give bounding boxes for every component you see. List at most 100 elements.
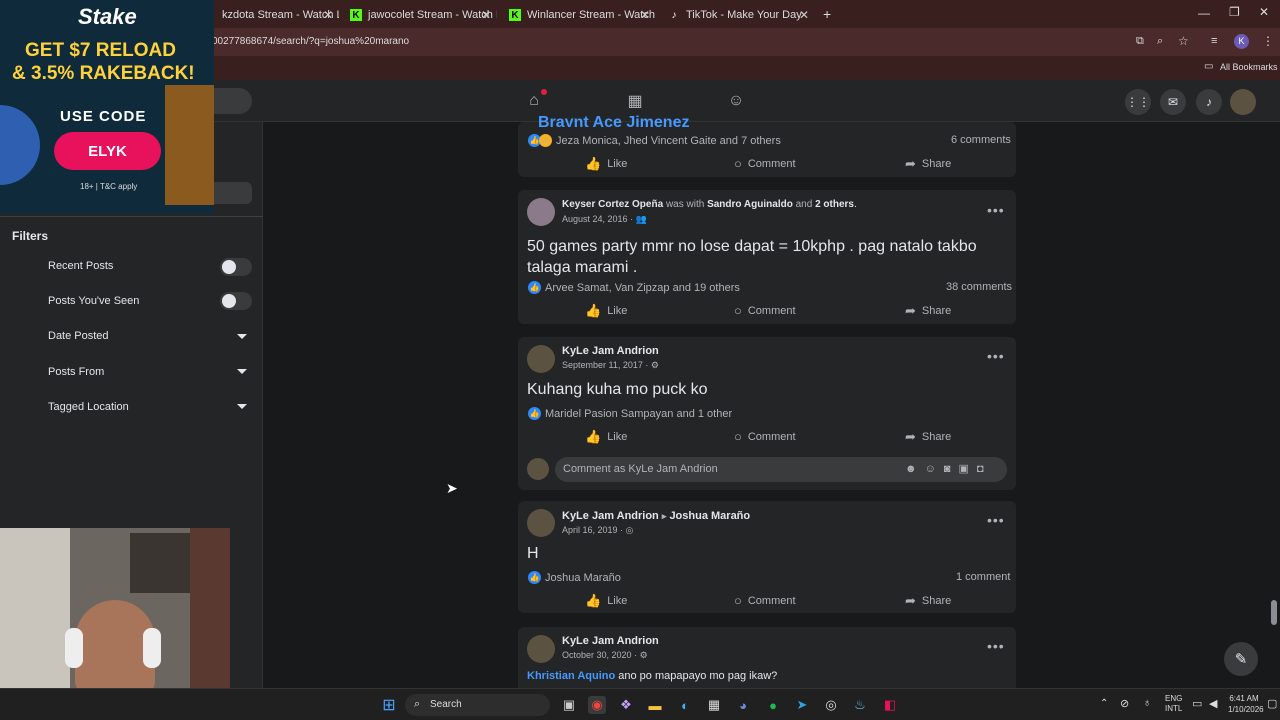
tagged-others[interactable]: 2 others [815,199,854,210]
author-avatar[interactable] [527,198,555,226]
steam-icon[interactable]: ♨ [851,696,869,714]
stake-ad[interactable]: Stake GET $7 RELOAD & 3.5% RAKEBACK! USE… [0,0,214,214]
url-field[interactable]: 00277868674/search/?q=joshua%20marano [212,36,409,47]
comment-count[interactable]: 6 comments [951,134,1011,146]
discord-icon[interactable]: ◕ [734,696,752,714]
task-view-icon[interactable]: ▣ [560,696,578,714]
filter-tagged-location[interactable]: Tagged Location [48,401,129,413]
browser-tab[interactable]: ♪ TikTok - Make Your Day ✕ [660,4,815,26]
close-tab-icon[interactable]: ✕ [799,8,809,22]
comment-button[interactable]: ○ Comment [734,303,796,318]
telegram-icon[interactable]: ➤ [793,696,811,714]
groups-icon[interactable]: ☺ [727,92,745,110]
chevron-down-icon[interactable] [237,404,247,409]
reactions-summary[interactable]: 👍 Maridel Pasion Sampayan and 1 other [528,407,732,420]
mention-link[interactable]: Khristian Aquino [527,670,615,682]
close-window-icon[interactable]: ✕ [1259,5,1269,19]
obs-icon[interactable]: ◎ [822,696,840,714]
author-avatar[interactable] [527,345,555,373]
more-options-icon[interactable]: ••• [987,512,1005,528]
copilot-icon[interactable]: ❖ [617,696,635,714]
cast-icon[interactable]: ⧉ [1136,35,1144,48]
post-date[interactable]: August 24, 2016 · 👥 [562,214,647,225]
menu-grid-icon[interactable]: ⋮⋮ [1125,89,1151,115]
author-avatar[interactable] [527,509,555,537]
volume-icon[interactable]: ◀ [1209,697,1217,710]
browser-tab[interactable]: kzdota Stream - Watch Live ✕ [214,4,339,26]
comment-count[interactable]: 1 comment [956,571,1010,583]
author-avatar[interactable] [527,635,555,663]
search-input[interactable] [210,88,252,114]
author-name[interactable]: KyLe Jam Andrion [562,345,659,357]
edge-icon[interactable]: ◐ [676,696,694,714]
like-button[interactable]: 👍 Like [585,429,627,445]
comment-tools-icons[interactable]: ☻☺◙▣◘ [905,462,992,475]
taskbar-search[interactable] [405,694,550,716]
network-icon[interactable]: ⊘ [1120,697,1129,710]
star-icon[interactable]: ☆ [1178,34,1189,48]
target-name[interactable]: Joshua Marañо [669,510,750,522]
like-button[interactable]: 👍 Like [585,156,627,172]
minimize-icon[interactable]: — [1198,6,1210,20]
all-bookmarks[interactable]: All Bookmarks [1220,62,1278,72]
chevron-up-icon[interactable]: ⌃ [1100,698,1108,709]
microphone-icon[interactable]: ♁ [1143,697,1151,709]
filter-date-posted[interactable]: Date Posted [48,330,109,342]
home-icon[interactable]: ⌂ [525,92,543,110]
chrome-icon[interactable]: ◉ [588,696,606,714]
reactions-summary[interactable]: 👍 Arvee Samat, Van Zipzap and 19 others [528,281,740,294]
profile-avatar[interactable]: K [1234,34,1249,49]
posts-seen-toggle[interactable] [220,292,252,310]
recent-posts-toggle[interactable] [220,258,252,276]
chevron-down-icon[interactable] [237,369,247,374]
post-date[interactable]: September 11, 2017 · ⚙ [562,360,659,371]
share-button[interactable]: ➦ Share [905,429,951,445]
account-avatar[interactable] [1230,89,1256,115]
menu-icon[interactable]: ⋮ [1262,34,1274,48]
browser-tab[interactable]: K jawocolet Stream - Watch Live ✕ [342,4,497,26]
more-options-icon[interactable]: ••• [987,348,1005,364]
filter-posts-from[interactable]: Posts From [48,366,104,378]
messenger-icon[interactable]: ✉ [1160,89,1186,115]
like-button[interactable]: 👍 Like [585,303,627,319]
display-icon[interactable]: ▭ [1192,697,1202,710]
language-indicator[interactable]: ENG INTL [1165,694,1182,714]
comment-button[interactable]: ○ Comment [734,156,796,171]
comment-count[interactable]: 38 comments [946,281,1012,293]
share-button[interactable]: ➦ Share [905,156,951,172]
new-message-button[interactable]: ✎ [1224,642,1258,676]
commenter-avatar[interactable] [527,458,549,480]
close-tab-icon[interactable]: ✕ [640,8,650,22]
post-date[interactable]: October 30, 2020 · ⚙ [562,650,648,661]
comment-button[interactable]: ○ Comment [734,593,796,608]
more-options-icon[interactable]: ••• [987,638,1005,654]
share-button[interactable]: ➦ Share [905,303,951,319]
windows-start-icon[interactable]: ⊞ [380,696,398,714]
spotify-icon[interactable]: ● [764,696,782,714]
file-explorer-icon[interactable]: ▬ [646,696,664,714]
author-name[interactable]: Keyser Cortez Opeña [562,199,663,210]
browser-tab[interactable]: K Winlancer Stream - Watch Live ✕ [501,4,656,26]
post-date[interactable]: April 16, 2019 · ◎ [562,525,633,536]
app-icon[interactable]: ◧ [881,696,899,714]
new-tab-icon[interactable]: + [823,6,831,22]
scrollbar-thumb[interactable] [1271,600,1277,625]
chevron-down-icon[interactable] [237,334,247,339]
tagged-name[interactable]: Sandro Aguinaldo [707,199,793,210]
close-tab-icon[interactable]: ✕ [481,8,491,22]
author-name[interactable]: KyLe Jam Andrion [562,510,659,522]
reactions-summary[interactable]: 👍 ☺ Jeza Monica, Jhed Vincent Gaite and 7… [528,134,781,147]
share-button[interactable]: ➦ Share [905,593,951,609]
comment-button[interactable]: ○ Comment [734,429,796,444]
restore-icon[interactable]: ❐ [1229,5,1240,19]
author-name[interactable]: KyLe Jam Andrion [562,635,659,647]
promo-code-button[interactable]: ELYK [54,132,161,170]
reactions-summary[interactable]: 👍 Joshua Marañо [528,571,621,584]
store-icon[interactable]: ▦ [705,696,723,714]
clock[interactable]: 6:41 AM 1/10/2026 [1228,693,1264,715]
more-options-icon[interactable]: ••• [987,202,1005,218]
close-tab-icon[interactable]: ✕ [323,8,333,22]
notifications-icon[interactable]: ▢ [1267,697,1277,710]
marketplace-icon[interactable]: ▦ [626,92,644,110]
reading-list-icon[interactable]: ≡ [1211,35,1217,47]
